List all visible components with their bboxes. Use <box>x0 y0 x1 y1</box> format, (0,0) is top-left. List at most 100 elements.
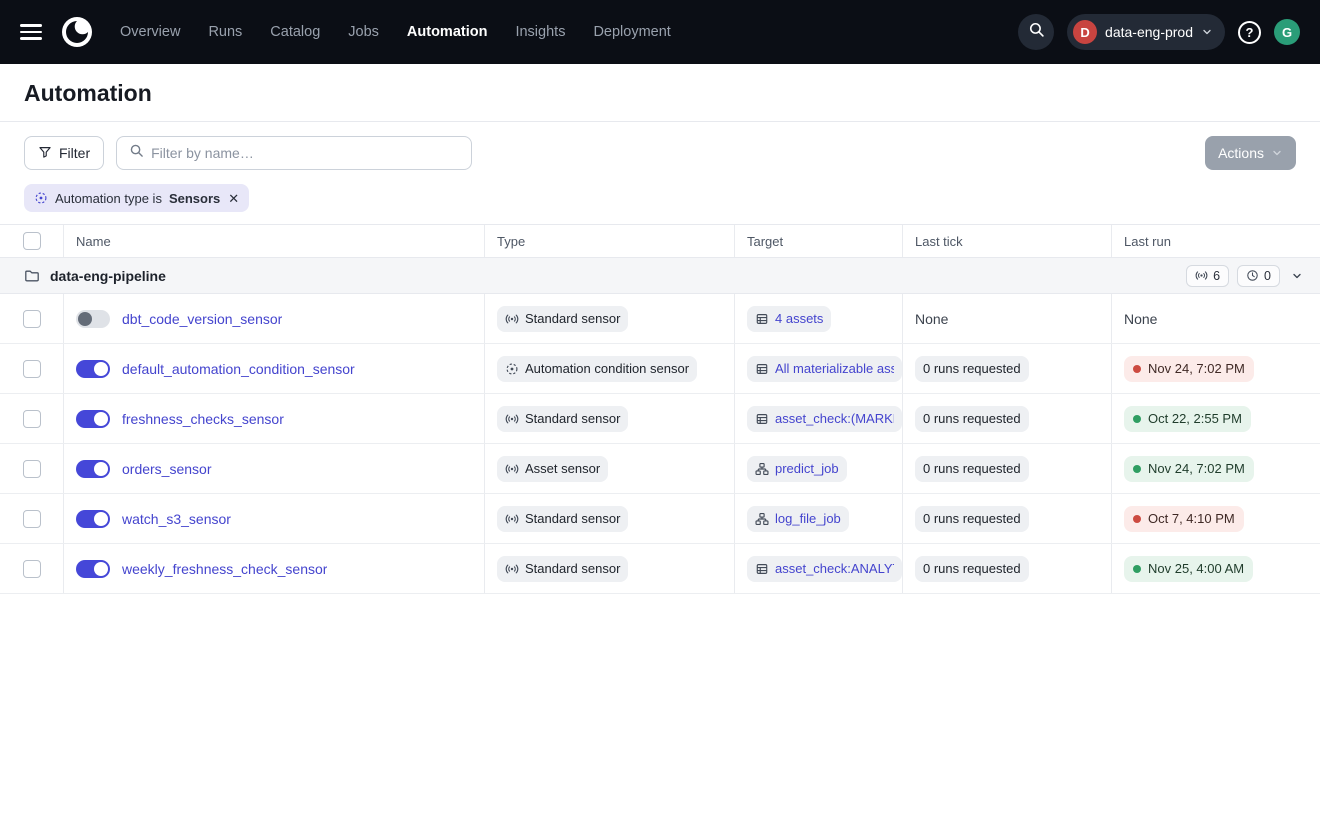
sensor-icon <box>505 512 519 526</box>
nav-jobs[interactable]: Jobs <box>348 24 379 40</box>
row-checkbox[interactable] <box>23 460 41 478</box>
target-link-badge[interactable]: log_file_job <box>747 506 849 532</box>
target-link-badge[interactable]: asset_check:(MARKETING) <box>747 406 902 432</box>
table-header-row: Name Type Target Last tick Last run <box>0 225 1320 258</box>
job-icon <box>755 512 769 526</box>
last-run-badge[interactable]: Nov 24, 7:02 PM <box>1124 356 1254 382</box>
run-status-dot <box>1133 365 1141 373</box>
row-checkbox[interactable] <box>23 560 41 578</box>
nav-catalog[interactable]: Catalog <box>270 24 320 40</box>
run-status-dot <box>1133 565 1141 573</box>
funnel-icon <box>38 145 52 162</box>
sensor-toggle[interactable] <box>76 560 110 578</box>
sensor-type-badge: Automation condition sensor <box>497 356 697 382</box>
user-avatar[interactable]: G <box>1274 19 1300 45</box>
sensors-table: Name Type Target Last tick Last run data… <box>0 225 1320 594</box>
sensor-type-badge: Standard sensor <box>497 406 628 432</box>
nav-overview[interactable]: Overview <box>120 24 180 40</box>
filter-chip-value: Sensors <box>169 191 220 206</box>
sensor-name-link[interactable]: orders_sensor <box>122 461 212 477</box>
column-header-target: Target <box>735 225 903 257</box>
repository-group-row: data-eng-pipeline 6 0 <box>0 258 1320 294</box>
column-header-name: Name <box>64 225 485 257</box>
sensor-type-badge: Asset sensor <box>497 456 608 482</box>
target-link-badge[interactable]: predict_job <box>747 456 847 482</box>
sensor-name-link[interactable]: weekly_freshness_check_sensor <box>122 561 327 577</box>
last-tick-badge: 0 runs requested <box>915 356 1029 382</box>
row-checkbox[interactable] <box>23 360 41 378</box>
last-run-badge[interactable]: Oct 7, 4:10 PM <box>1124 506 1244 532</box>
sensor-name-link[interactable]: watch_s3_sensor <box>122 511 231 527</box>
sensor-toggle[interactable] <box>76 410 110 428</box>
asset-icon <box>755 412 769 426</box>
schedule-count-badge: 0 <box>1237 265 1280 287</box>
table-row: orders_sensor Asset sensor predict_job 0… <box>0 444 1320 494</box>
filter-chip-label: Automation type is <box>55 191 162 206</box>
table-row: watch_s3_sensor Standard sensor log_file… <box>0 494 1320 544</box>
last-run-badge[interactable]: Nov 24, 7:02 PM <box>1124 456 1254 482</box>
filter-button[interactable]: Filter <box>24 136 104 170</box>
close-icon[interactable]: ✕ <box>228 192 239 205</box>
sensor-name-link[interactable]: default_automation_condition_sensor <box>122 361 355 377</box>
actions-button[interactable]: Actions <box>1205 136 1296 170</box>
deployment-switcher[interactable]: D data-eng-prod <box>1067 14 1225 50</box>
table-row: freshness_checks_sensor Standard sensor … <box>0 394 1320 444</box>
main-nav: Overview Runs Catalog Jobs Automation In… <box>120 24 671 40</box>
folder-icon <box>24 268 40 284</box>
topnav-right: D data-eng-prod ? G <box>1018 14 1300 50</box>
search-button[interactable] <box>1018 14 1054 50</box>
sensor-toggle[interactable] <box>76 310 110 328</box>
sensor-name-link[interactable]: dbt_code_version_sensor <box>122 311 282 327</box>
nav-deployment[interactable]: Deployment <box>593 24 670 40</box>
sensor-name-link[interactable]: freshness_checks_sensor <box>122 411 284 427</box>
last-run-value: None <box>1124 311 1157 327</box>
sensor-icon <box>505 462 519 476</box>
row-checkbox[interactable] <box>23 510 41 528</box>
asset-icon <box>755 362 769 376</box>
repository-name: data-eng-pipeline <box>50 268 166 284</box>
target-link-badge[interactable]: asset_check:ANALYTICS <box>747 556 902 582</box>
name-filter-input[interactable] <box>151 145 459 161</box>
last-tick-badge: 0 runs requested <box>915 506 1029 532</box>
sensor-icon <box>505 562 519 576</box>
table-row: dbt_code_version_sensor Standard sensor … <box>0 294 1320 344</box>
target-link-badge[interactable]: 4 assets <box>747 306 831 332</box>
row-checkbox[interactable] <box>23 410 41 428</box>
sensor-icon <box>505 312 519 326</box>
column-header-last-run: Last run <box>1112 225 1320 257</box>
nav-runs[interactable]: Runs <box>208 24 242 40</box>
deployment-name: data-eng-prod <box>1105 24 1193 40</box>
column-header-last-tick: Last tick <box>903 225 1112 257</box>
table-row: default_automation_condition_sensor Auto… <box>0 344 1320 394</box>
last-run-badge[interactable]: Nov 25, 4:00 AM <box>1124 556 1253 582</box>
dagster-logo-icon[interactable] <box>60 15 94 49</box>
search-icon <box>129 143 144 163</box>
sensor-type-badge: Standard sensor <box>497 506 628 532</box>
nav-automation[interactable]: Automation <box>407 24 488 40</box>
asset-icon <box>755 562 769 576</box>
last-tick-badge: 0 runs requested <box>915 556 1029 582</box>
chevron-down-icon <box>1271 147 1283 159</box>
nav-insights[interactable]: Insights <box>515 24 565 40</box>
select-all-checkbox[interactable] <box>23 232 41 250</box>
chevron-down-icon[interactable] <box>1288 267 1306 285</box>
page-header: Automation <box>0 64 1320 122</box>
sensor-toggle[interactable] <box>76 360 110 378</box>
column-header-type: Type <box>485 225 735 257</box>
filter-chip: Automation type is Sensors ✕ <box>24 184 249 212</box>
help-icon[interactable]: ? <box>1238 21 1261 44</box>
active-filters-row: Automation type is Sensors ✕ <box>0 184 1320 225</box>
sensor-toggle[interactable] <box>76 460 110 478</box>
automation-condition-icon <box>505 362 519 376</box>
deployment-initial-badge: D <box>1073 20 1097 44</box>
dagster-app: Overview Runs Catalog Jobs Automation In… <box>0 0 1320 822</box>
sensor-toggle[interactable] <box>76 510 110 528</box>
last-run-badge[interactable]: Oct 22, 2:55 PM <box>1124 406 1251 432</box>
menu-icon[interactable] <box>20 24 42 40</box>
target-link-badge[interactable]: All materializable assets <box>747 356 902 382</box>
last-tick-badge: 0 runs requested <box>915 456 1029 482</box>
clock-icon <box>1246 269 1259 282</box>
name-filter <box>116 136 472 170</box>
sensor-icon <box>1195 269 1208 282</box>
row-checkbox[interactable] <box>23 310 41 328</box>
